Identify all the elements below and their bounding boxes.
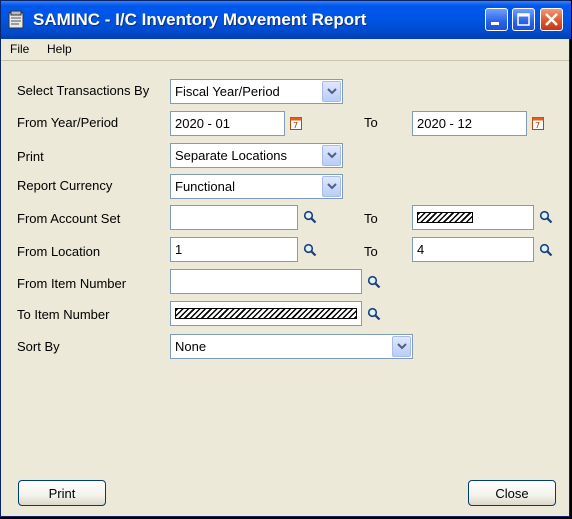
from-year-period-label: From Year/Period (17, 115, 119, 130)
from-item-number-input[interactable] (170, 269, 362, 294)
close-icon (545, 13, 558, 26)
svg-text:7: 7 (535, 121, 540, 130)
calendar-icon[interactable]: 7 (290, 117, 302, 130)
select-transactions-value: Fiscal Year/Period (175, 84, 280, 99)
report-currency-label: Report Currency (17, 178, 113, 193)
window-title: SAMINC - I/C Inventory Movement Report (33, 10, 367, 29)
from-location-input[interactable]: 1 (170, 237, 298, 262)
print-dropdown[interactable]: Separate Locations (170, 143, 343, 168)
search-icon[interactable] (303, 243, 317, 257)
chevron-down-icon[interactable] (322, 81, 341, 102)
report-window: SAMINC - I/C Inventory Movement Report F… (0, 0, 571, 517)
from-item-number-label: From Item Number (17, 276, 127, 291)
select-transactions-label: Select Transactions By (17, 83, 150, 98)
sort-by-value: None (175, 339, 207, 354)
search-icon[interactable] (303, 210, 317, 224)
sort-by-label: Sort By (17, 339, 60, 354)
menu-help[interactable]: Help (47, 42, 72, 56)
close-button[interactable]: Close (468, 480, 556, 506)
select-transactions-dropdown[interactable]: Fiscal Year/Period (170, 79, 343, 104)
from-location-label: From Location (17, 244, 101, 259)
chevron-down-icon[interactable] (322, 145, 341, 166)
to-item-number-input[interactable] (170, 301, 362, 326)
calendar-icon[interactable]: 7 (532, 117, 544, 130)
sort-by-dropdown[interactable]: None (170, 334, 413, 359)
app-icon (8, 10, 24, 29)
report-currency-dropdown[interactable]: Functional (170, 174, 343, 199)
to-year-period-input[interactable]: 2020 - 12 (412, 111, 527, 136)
to-account-set-input[interactable] (412, 205, 534, 230)
from-account-set-label: From Account Set (17, 211, 121, 226)
to-item-number-value (175, 308, 357, 319)
chevron-down-icon[interactable] (392, 336, 411, 357)
to-account-set-value (417, 212, 473, 223)
title-bar[interactable]: SAMINC - I/C Inventory Movement Report (1, 1, 571, 39)
from-account-set-input[interactable] (170, 205, 298, 230)
search-icon[interactable] (539, 210, 553, 224)
close-window-button[interactable] (540, 8, 563, 31)
search-icon[interactable] (539, 243, 553, 257)
to-location-label: To (364, 244, 378, 259)
to-location-input[interactable]: 4 (412, 237, 534, 262)
minimize-icon (491, 22, 499, 25)
print-button[interactable]: Print (18, 480, 106, 506)
minimize-button[interactable] (485, 8, 508, 31)
print-label: Print (17, 149, 44, 164)
to-account-set-label: To (364, 211, 378, 226)
chevron-down-icon[interactable] (322, 176, 341, 197)
menu-file[interactable]: File (10, 42, 29, 56)
from-year-period-input[interactable]: 2020 - 01 (170, 111, 285, 136)
report-currency-value: Functional (175, 179, 235, 194)
maximize-button[interactable] (512, 8, 535, 31)
search-icon[interactable] (367, 307, 381, 321)
maximize-icon (517, 13, 530, 26)
print-value: Separate Locations (175, 148, 288, 163)
menu-bar: File Help (1, 39, 569, 61)
to-year-period-label: To (364, 115, 378, 130)
search-icon[interactable] (367, 275, 381, 289)
svg-text:7: 7 (293, 121, 298, 130)
to-item-number-label: To Item Number (17, 307, 110, 322)
